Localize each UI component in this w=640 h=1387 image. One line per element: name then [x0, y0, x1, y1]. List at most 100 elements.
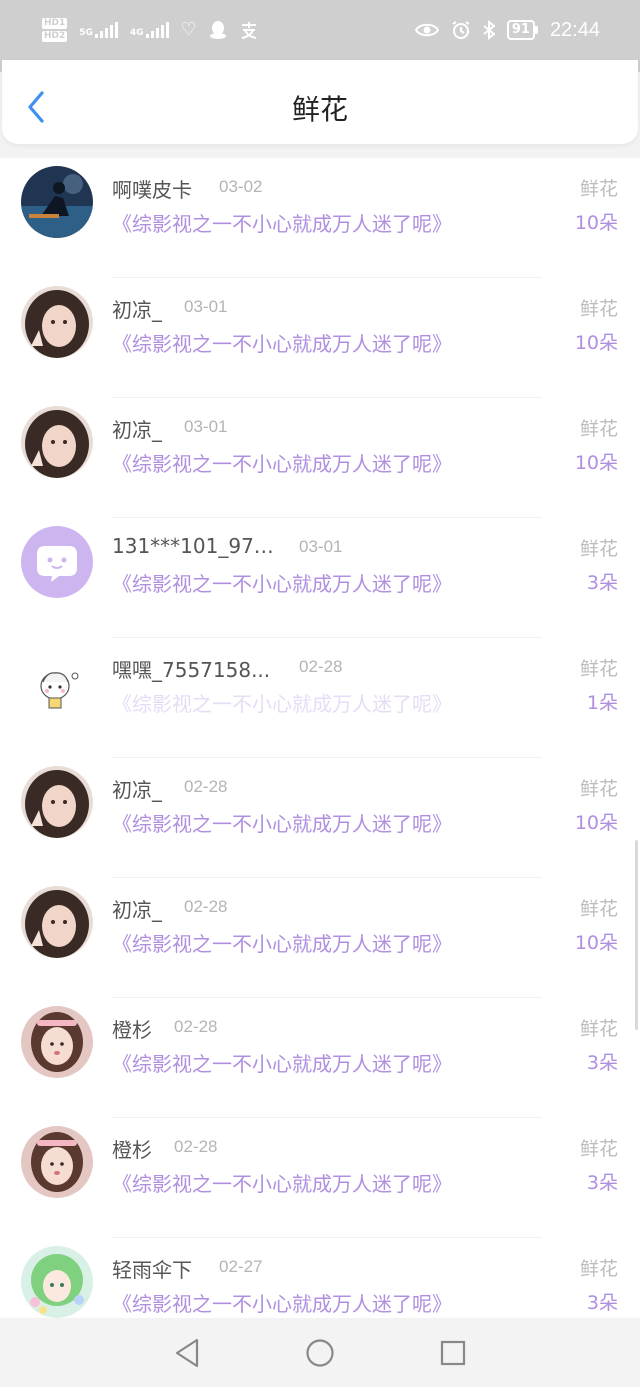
gift-type: 鲜花 — [579, 898, 618, 920]
user-name: 啊噗皮卡 — [112, 178, 192, 202]
gift-count: 10朵 — [574, 812, 618, 834]
book-title-link[interactable]: 《综影视之一不小心就成万人迷了呢》 — [112, 1288, 452, 1317]
avatar[interactable] — [21, 166, 93, 238]
avatar[interactable] — [21, 1006, 93, 1078]
gift-type: 鲜花 — [579, 658, 618, 680]
list-item[interactable]: 啊噗皮卡 03-02 《综影视之一不小心就成万人迷了呢》 鲜花 10朵 — [0, 158, 640, 278]
book-title-link[interactable]: 《综影视之一不小心就成万人迷了呢》 — [112, 448, 452, 477]
status-left: HD1 HD2 5G 4G ♡ — [42, 18, 259, 42]
user-name: 初凉_ — [112, 298, 162, 322]
gift-date: 02-28 — [174, 1017, 218, 1036]
book-title-link[interactable]: 《综影视之一不小心就成万人迷了呢》 — [112, 328, 452, 357]
back-button[interactable] — [24, 90, 48, 124]
battery-icon: 91 — [506, 20, 538, 40]
chevron-left-icon — [28, 91, 44, 123]
gift-count: 1朵 — [586, 692, 618, 714]
alarm-icon — [452, 21, 470, 39]
gift-date: 03-01 — [184, 297, 228, 316]
avatar[interactable] — [21, 646, 93, 718]
nav-back-button[interactable] — [167, 1333, 207, 1373]
list-item[interactable]: 初凉_ 03-01 《综影视之一不小心就成万人迷了呢》 鲜花 10朵 — [0, 278, 640, 398]
bluetooth-icon — [483, 20, 495, 40]
hd2-badge: HD2 — [42, 31, 68, 42]
gift-type: 鲜花 — [579, 178, 618, 200]
gift-count: 10朵 — [574, 932, 618, 954]
net2-label: 4G — [129, 28, 144, 38]
gift-date: 03-02 — [219, 177, 263, 196]
gift-count: 10朵 — [574, 212, 618, 234]
gift-date: 02-27 — [219, 1257, 263, 1276]
avatar[interactable] — [21, 1246, 93, 1318]
avatar[interactable] — [21, 406, 93, 478]
book-title-link[interactable]: 《综影视之一不小心就成万人迷了呢》 — [112, 808, 452, 837]
user-name: 橙杉 — [112, 1138, 152, 1162]
gift-count: 3朵 — [586, 1052, 618, 1074]
triangle-back-icon — [175, 1338, 198, 1367]
gift-count: 3朵 — [586, 1172, 618, 1194]
book-title-link[interactable]: 《综影视之一不小心就成万人迷了呢》 — [112, 1048, 452, 1077]
gift-date: 02-28 — [299, 657, 343, 676]
list-item[interactable]: 橙杉 02-28 《综影视之一不小心就成万人迷了呢》 鲜花 3朵 — [0, 998, 640, 1118]
hd1-badge: HD1 — [42, 18, 68, 29]
status-right: 91 22:44 — [414, 18, 600, 42]
book-title-link[interactable]: 《综影视之一不小心就成万人迷了呢》 — [112, 928, 452, 957]
gift-count: 3朵 — [586, 1292, 618, 1314]
list-item[interactable]: 131***101_973... 03-01 《综影视之一不小心就成万人迷了呢》… — [0, 518, 640, 638]
list-item[interactable]: 橙杉 02-28 《综影视之一不小心就成万人迷了呢》 鲜花 3朵 — [0, 1118, 640, 1238]
hd-indicator: HD1 HD2 — [42, 18, 68, 42]
gift-type: 鲜花 — [579, 418, 618, 440]
avatar[interactable] — [21, 286, 93, 358]
list-item[interactable]: 初凉_ 02-28 《综影视之一不小心就成万人迷了呢》 鲜花 10朵 — [0, 758, 640, 878]
battery-level: 91 — [506, 20, 535, 40]
user-name: 131***101_973... — [112, 534, 282, 558]
scrollbar[interactable] — [635, 840, 638, 1030]
circle-home-icon — [306, 1338, 334, 1367]
list-item[interactable]: 嘿嘿_7557158... 02-28 《综影视之一不小心就成万人迷了呢》 鲜花… — [0, 638, 640, 758]
gift-date: 03-01 — [299, 537, 343, 556]
gift-type: 鲜花 — [579, 1138, 618, 1160]
signal-5g: 5G — [79, 22, 118, 38]
gift-count: 10朵 — [574, 452, 618, 474]
avatar[interactable] — [21, 1126, 93, 1198]
gift-count: 10朵 — [574, 332, 618, 354]
pay-icon — [241, 22, 256, 39]
book-title-link[interactable]: 《综影视之一不小心就成万人迷了呢》 — [112, 568, 452, 597]
user-name: 橙杉 — [112, 1018, 152, 1042]
avatar[interactable] — [21, 886, 93, 958]
gift-date: 02-28 — [184, 897, 228, 916]
page-title: 鲜花 — [291, 93, 348, 126]
gift-type: 鲜花 — [579, 538, 618, 560]
user-name: 初凉_ — [112, 898, 162, 922]
gift-date: 02-28 — [174, 1137, 218, 1156]
gift-type: 鲜花 — [579, 1258, 618, 1280]
gift-type: 鲜花 — [579, 1018, 618, 1040]
qq-icon — [209, 21, 226, 39]
square-recents-icon — [441, 1340, 466, 1365]
app-header: 鲜花 — [2, 60, 638, 144]
net1-label: 5G — [79, 28, 93, 38]
gift-date: 02-28 — [184, 777, 228, 796]
nav-home-button[interactable] — [300, 1333, 340, 1373]
book-title-link[interactable]: 《综影视之一不小心就成万人迷了呢》 — [112, 1168, 452, 1197]
nav-recents-button[interactable] — [433, 1333, 473, 1373]
book-title-link[interactable]: 《综影视之一不小心就成万人迷了呢》 — [112, 208, 452, 237]
avatar[interactable] — [21, 766, 93, 838]
gift-date: 03-01 — [184, 417, 228, 436]
book-title-link[interactable]: 《综影视之一不小心就成万人迷了呢》 — [112, 688, 452, 717]
system-nav-bar — [0, 1318, 640, 1387]
list-item[interactable]: 轻雨伞下 02-27 《综影视之一不小心就成万人迷了呢》 鲜花 3朵 — [0, 1238, 640, 1318]
signal-bars-icon — [145, 22, 169, 38]
avatar[interactable] — [21, 526, 93, 598]
user-name: 轻雨伞下 — [112, 1258, 192, 1282]
gift-record-list[interactable]: 啊噗皮卡 03-02 《综影视之一不小心就成万人迷了呢》 鲜花 10朵 初凉_ … — [0, 158, 640, 1318]
list-item[interactable]: 初凉_ 02-28 《综影视之一不小心就成万人迷了呢》 鲜花 10朵 — [0, 878, 640, 998]
list-item[interactable]: 初凉_ 03-01 《综影视之一不小心就成万人迷了呢》 鲜花 10朵 — [0, 398, 640, 518]
gift-type: 鲜花 — [579, 298, 618, 320]
heart-icon: ♡ — [180, 19, 197, 40]
user-name: 初凉_ — [112, 418, 162, 442]
user-name: 嘿嘿_7557158... — [112, 658, 271, 682]
gift-type: 鲜花 — [579, 778, 618, 800]
clock: 22:44 — [549, 18, 600, 41]
signal-4g: 4G — [130, 22, 169, 38]
user-name: 初凉_ — [112, 778, 162, 802]
